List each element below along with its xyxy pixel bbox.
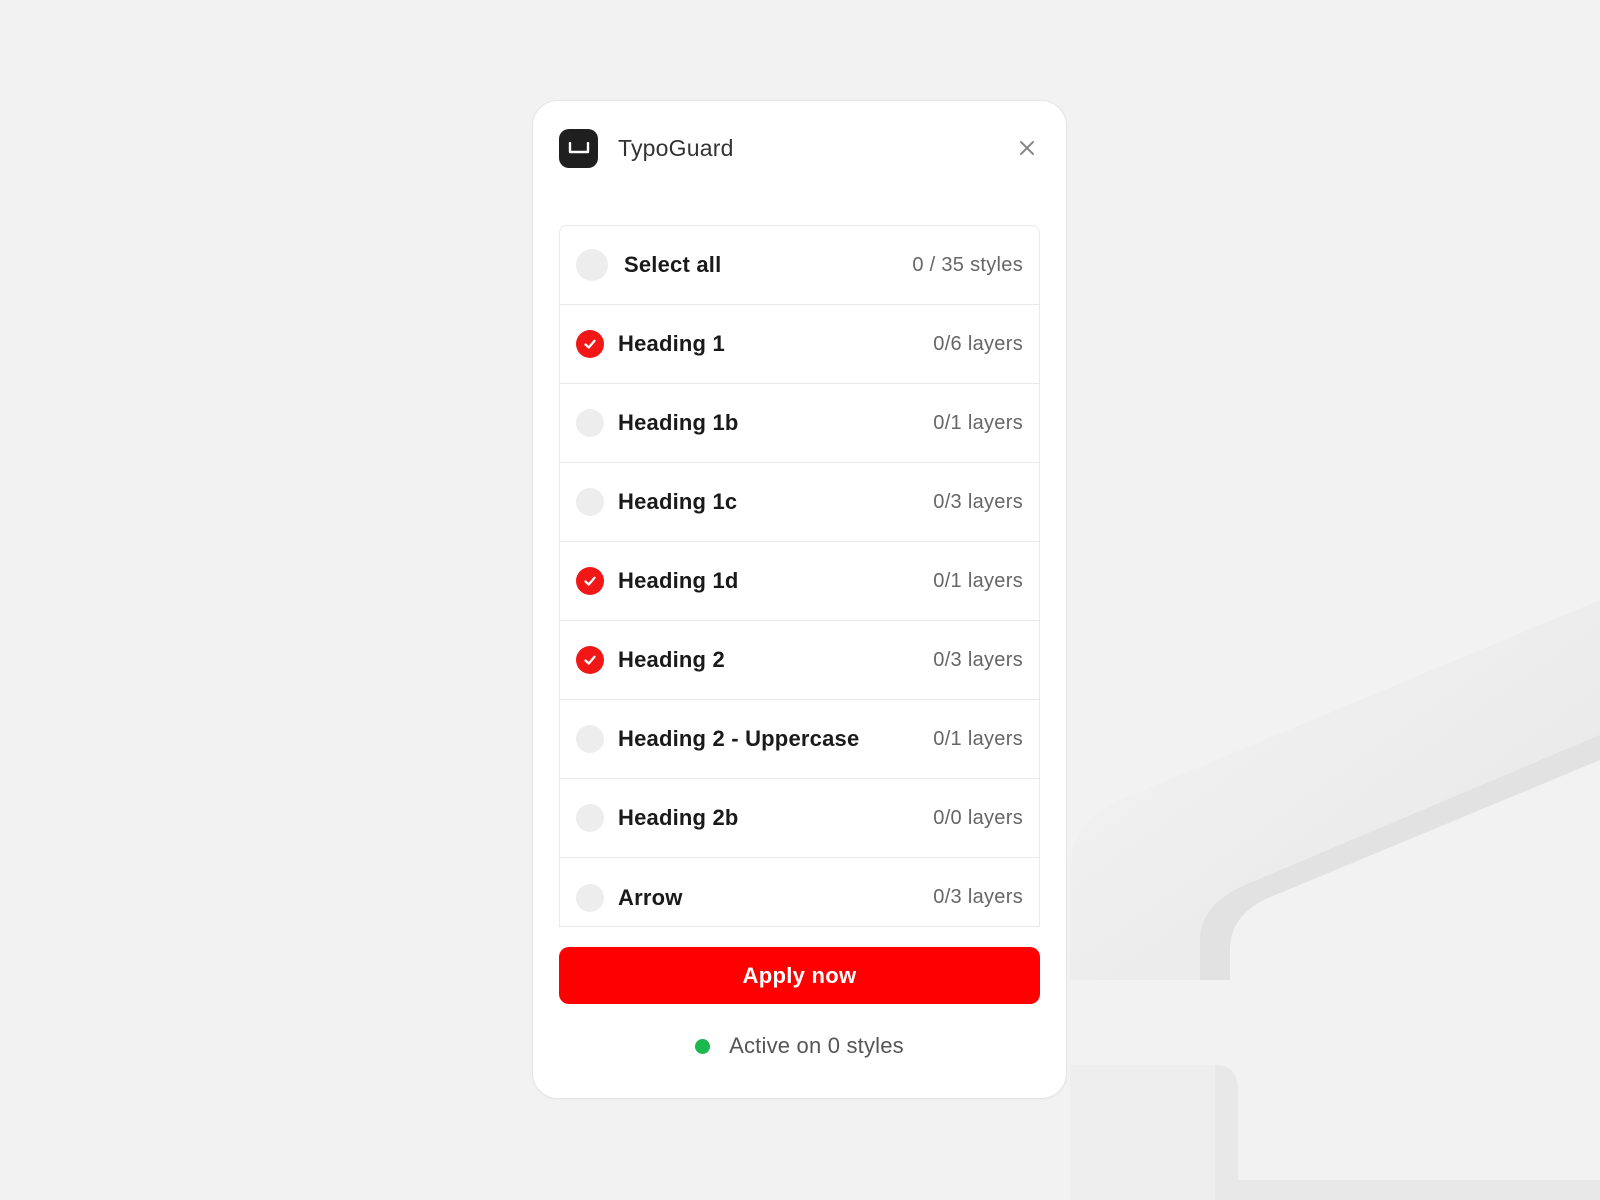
style-name: Heading 1d — [618, 568, 739, 593]
style-row[interactable]: Arrow 0/3 layers — [560, 858, 1039, 926]
checkbox-unchecked[interactable] — [576, 804, 604, 832]
layer-count: 0/6 layers — [933, 332, 1023, 355]
style-row[interactable]: Heading 1c 0/3 layers — [560, 463, 1039, 542]
status-text: Active on 0 styles — [729, 1033, 904, 1058]
style-name: Arrow — [618, 884, 683, 910]
checkbox-unchecked[interactable] — [576, 409, 604, 437]
style-name: Heading 1 — [618, 331, 725, 356]
checkbox-checked-icon[interactable] — [576, 330, 604, 358]
style-row[interactable]: Heading 1d 0/1 layers — [560, 542, 1039, 621]
style-row[interactable]: Heading 2 - Uppercase 0/1 layers — [560, 700, 1039, 779]
layer-count: 0/3 layers — [933, 886, 1023, 908]
style-row[interactable]: Heading 1b 0/1 layers — [560, 384, 1039, 463]
layer-count: 0/0 layers — [933, 806, 1023, 829]
style-name: Heading 2 — [618, 647, 725, 672]
checkbox-unchecked[interactable] — [576, 725, 604, 753]
apply-now-button[interactable]: Apply now — [559, 947, 1040, 1004]
select-all-count: 0 / 35 styles — [912, 253, 1023, 276]
status-dot — [695, 1038, 711, 1054]
checkbox-unchecked[interactable] — [576, 883, 604, 912]
select-all-label: Select all — [624, 252, 722, 277]
style-row[interactable]: Heading 1 0/6 layers — [560, 305, 1039, 384]
checkbox-checked-icon[interactable] — [576, 567, 604, 595]
styles-list[interactable]: Select all 0 / 35 styles Heading 1 0/6 la… — [559, 225, 1040, 927]
layer-count: 0/1 layers — [933, 569, 1023, 592]
plugin-panel: TypoGuard Select all 0 / 35 styles Headi… — [532, 100, 1067, 1099]
checkbox-checked-icon[interactable] — [576, 646, 604, 674]
style-name: Heading 1c — [618, 489, 738, 514]
close-icon[interactable] — [1012, 133, 1042, 163]
app-title: TypoGuard — [618, 134, 734, 161]
style-name: Heading 2b — [618, 805, 739, 830]
layer-count: 0/1 layers — [933, 411, 1023, 434]
layer-count: 0/3 layers — [933, 648, 1023, 671]
select-all-row[interactable]: Select all 0 / 35 styles — [560, 226, 1039, 305]
style-name: Heading 2 - Uppercase — [618, 726, 860, 751]
checkbox-unchecked[interactable] — [576, 488, 604, 516]
space-bar-icon — [559, 128, 598, 168]
layer-count: 0/3 layers — [933, 490, 1023, 513]
panel-header: TypoGuard — [559, 128, 1042, 168]
status-indicator: Active on 0 styles — [533, 1031, 1066, 1061]
style-row[interactable]: Heading 2 0/3 layers — [560, 621, 1039, 700]
select-all-checkbox[interactable] — [576, 249, 608, 281]
style-row[interactable]: Heading 2b 0/0 layers — [560, 779, 1039, 858]
style-name: Heading 1b — [618, 410, 739, 435]
layer-count: 0/1 layers — [933, 727, 1023, 750]
